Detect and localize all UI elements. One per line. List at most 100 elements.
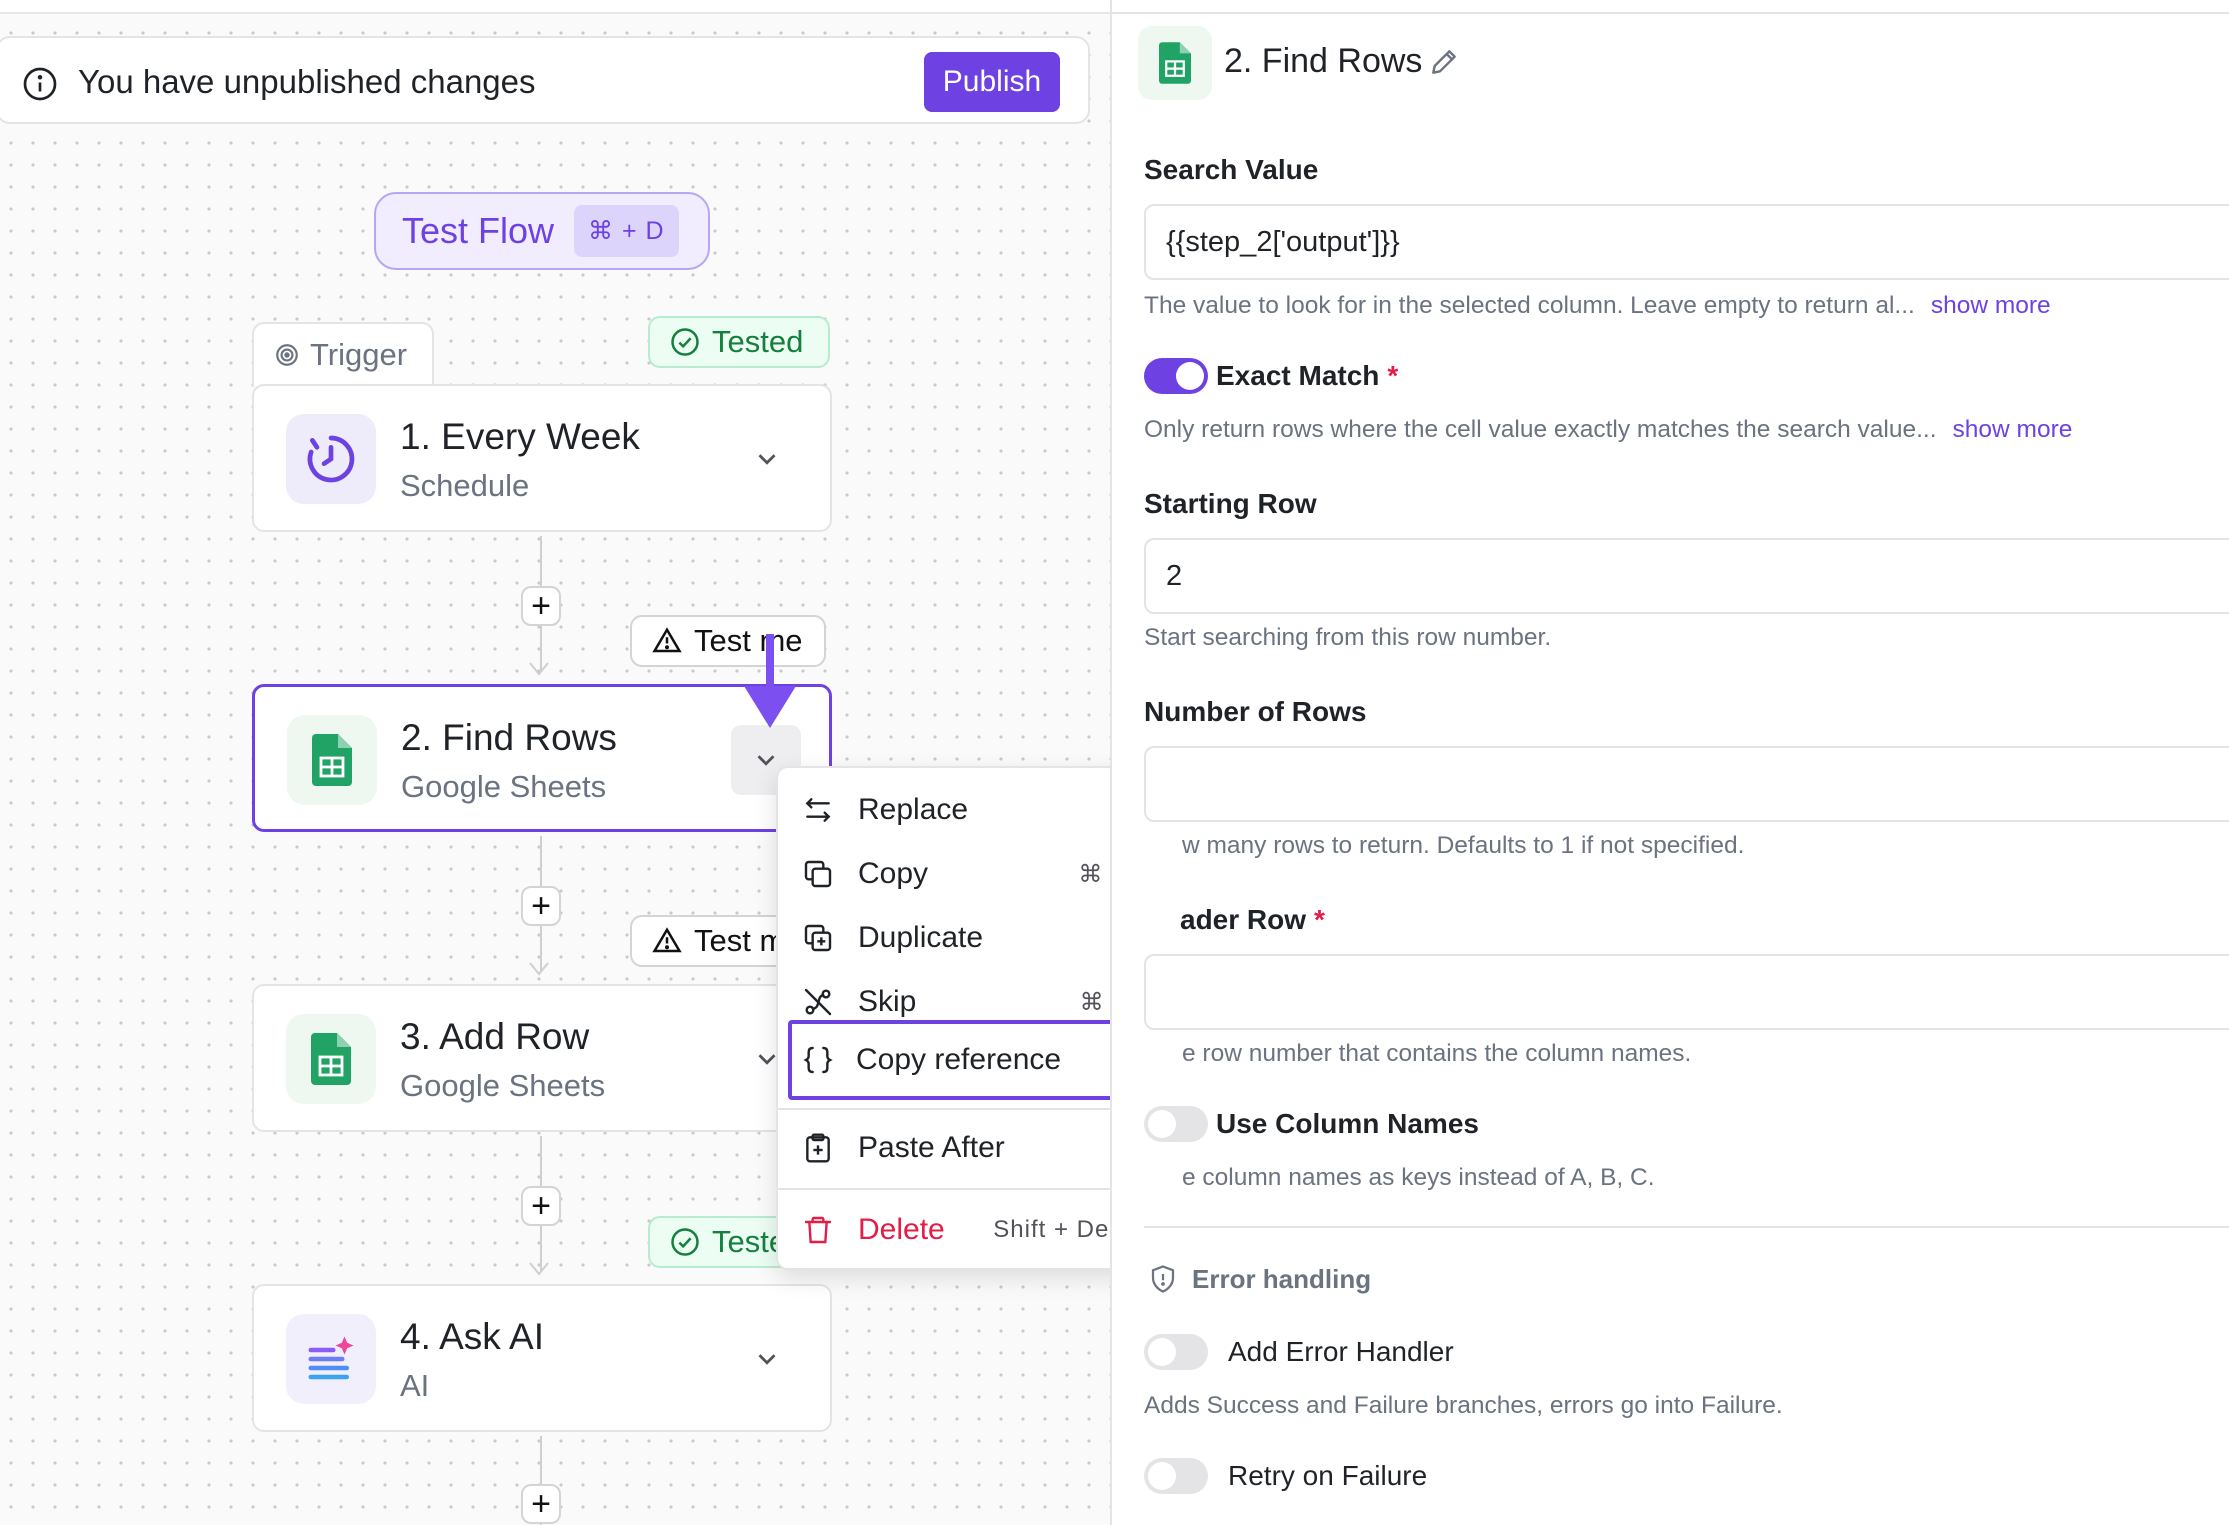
paste-icon bbox=[806, 1133, 830, 1163]
copy-icon bbox=[804, 860, 832, 888]
step-options-button[interactable] bbox=[732, 1324, 802, 1394]
trash-icon bbox=[804, 1216, 832, 1244]
warning-icon bbox=[652, 927, 682, 953]
google-sheets-icon bbox=[287, 715, 377, 805]
menu-item-shortcut: Shift + Delete bbox=[993, 1216, 1110, 1243]
connector-arrow bbox=[529, 662, 549, 676]
required-marker: * bbox=[1387, 360, 1399, 391]
panel-top-edge bbox=[1112, 0, 2229, 14]
publish-button[interactable]: Publish bbox=[924, 52, 1060, 112]
step-title: 4. Ask AI bbox=[400, 1316, 544, 1357]
add-error-handler-label: Add Error Handler bbox=[1228, 1336, 1454, 1367]
test-flow-label: Test Flow bbox=[402, 210, 555, 251]
test-flow-button[interactable]: Test Flow ⌘ + D bbox=[374, 192, 710, 270]
step-subtitle: Google Sheets bbox=[401, 769, 607, 804]
menu-item-label: Paste After bbox=[858, 1131, 1005, 1164]
use-column-names-help: e column names as keys instead of A, B, … bbox=[1182, 1164, 1655, 1191]
warning-icon bbox=[652, 627, 682, 653]
tested-badge-label: Tested bbox=[712, 324, 804, 359]
pencil-icon[interactable] bbox=[1428, 46, 1460, 78]
step-card-ask-ai[interactable]: 4. Ask AI AI bbox=[252, 1284, 832, 1432]
step-title: 3. Add Row bbox=[400, 1016, 590, 1057]
google-sheets-icon bbox=[1138, 26, 1212, 100]
chevron-down-icon bbox=[757, 755, 775, 766]
header-row-input[interactable] bbox=[1144, 954, 2229, 1030]
skip-icon bbox=[804, 988, 832, 1016]
search-value-help: The value to look for in the selected co… bbox=[1144, 292, 2051, 320]
panel-title: 2. Find Rows bbox=[1224, 42, 1423, 80]
starting-row-help: Start searching from this row number. bbox=[1144, 624, 1552, 651]
header-row-label: ader Row * bbox=[1180, 904, 1325, 936]
exact-match-toggle[interactable] bbox=[1144, 358, 1208, 394]
step-card-add-row[interactable]: 3. Add Row Google Sheets bbox=[252, 984, 832, 1132]
chevron-down-icon bbox=[758, 454, 776, 465]
show-more-link[interactable]: show more bbox=[1953, 416, 2073, 443]
starting-row-label: Starting Row bbox=[1144, 488, 1317, 519]
add-error-handler-help: Adds Success and Failure branches, error… bbox=[1144, 1392, 1783, 1419]
check-circle-icon bbox=[671, 328, 699, 356]
step-options-button[interactable] bbox=[732, 424, 802, 494]
shield-icon bbox=[1151, 1265, 1175, 1293]
info-icon bbox=[23, 67, 57, 101]
header-row-label-text: ader Row bbox=[1180, 904, 1307, 935]
exact-match-label-text: Exact Match bbox=[1216, 360, 1380, 391]
exact-match-label: Exact Match * bbox=[1216, 360, 1398, 392]
exact-match-help: Only return rows where the cell value ex… bbox=[1144, 416, 2072, 444]
error-handling-title: Error handling bbox=[1192, 1264, 1372, 1294]
trigger-tab: Trigger bbox=[252, 322, 434, 386]
unpublished-message: You have unpublished changes bbox=[78, 63, 536, 100]
step-subtitle: Google Sheets bbox=[400, 1068, 606, 1103]
menu-separator bbox=[778, 1188, 1110, 1190]
menu-separator bbox=[778, 1108, 1110, 1110]
number-of-rows-help: w many rows to return. Defaults to 1 if … bbox=[1182, 832, 1745, 859]
trigger-label: Trigger bbox=[310, 337, 408, 372]
menu-item-copy[interactable]: Copy ⌘ + C bbox=[792, 844, 1110, 904]
tested-badge[interactable]: Tested bbox=[648, 316, 830, 368]
search-value-input[interactable]: {{step_2['output']}} bbox=[1144, 204, 2229, 280]
test-flow-shortcut: ⌘ + D bbox=[574, 205, 679, 257]
duplicate-icon bbox=[804, 924, 832, 952]
google-sheets-icon bbox=[286, 1014, 376, 1104]
add-step-button[interactable]: + bbox=[521, 586, 561, 626]
ai-icon bbox=[286, 1314, 376, 1404]
add-step-button[interactable]: + bbox=[521, 1186, 561, 1226]
add-error-handler-toggle[interactable] bbox=[1144, 1334, 1208, 1370]
check-circle-icon bbox=[671, 1228, 699, 1256]
annotation-arrow-icon bbox=[744, 634, 796, 728]
step-card-every-week[interactable]: 1. Every Week Schedule bbox=[252, 384, 832, 532]
use-column-names-toggle[interactable] bbox=[1144, 1106, 1208, 1142]
connector-arrow bbox=[529, 962, 549, 976]
add-step-button[interactable]: + bbox=[521, 1484, 561, 1524]
step-subtitle: AI bbox=[400, 1368, 430, 1403]
replace-icon bbox=[805, 798, 831, 822]
menu-item-delete[interactable]: Delete Shift + Delete bbox=[792, 1200, 1110, 1260]
menu-item-duplicate[interactable]: Duplicate bbox=[792, 908, 1110, 968]
step-settings-panel: 2. Find Rows Search Value {{step_2['outp… bbox=[1110, 0, 2229, 1525]
menu-item-label: Replace bbox=[858, 793, 969, 826]
step-context-menu: Replace Copy ⌘ + C Duplicate Skip ⌘ + E … bbox=[776, 766, 1110, 1270]
exact-match-help-text: Only return rows where the cell value ex… bbox=[1144, 416, 1937, 443]
search-value-help-text: The value to look for in the selected co… bbox=[1144, 292, 1915, 319]
unpublished-banner: You have unpublished changes Publish bbox=[0, 36, 1090, 124]
menu-item-label: Skip bbox=[858, 985, 917, 1018]
step-title: 1. Every Week bbox=[400, 416, 640, 457]
braces-icon bbox=[803, 1046, 833, 1074]
trigger-icon bbox=[276, 344, 298, 366]
retry-on-failure-toggle[interactable] bbox=[1144, 1458, 1208, 1494]
number-of-rows-label: Number of Rows bbox=[1144, 696, 1367, 727]
number-of-rows-input[interactable] bbox=[1144, 746, 2229, 822]
flow-canvas[interactable]: You have unpublished changes Publish Tes… bbox=[0, 0, 1110, 1525]
menu-item-copy-reference[interactable]: Copy reference bbox=[788, 1020, 1110, 1100]
menu-item-replace[interactable]: Replace bbox=[792, 780, 1110, 840]
menu-item-shortcut: ⌘ + C bbox=[1078, 860, 1110, 888]
retry-on-failure-label: Retry on Failure bbox=[1228, 1460, 1428, 1491]
menu-item-label: Duplicate bbox=[858, 921, 984, 954]
connector-arrow bbox=[529, 1262, 549, 1276]
show-more-link[interactable]: show more bbox=[1931, 292, 2051, 319]
chevron-down-icon bbox=[758, 1354, 776, 1365]
starting-row-input[interactable]: 2 bbox=[1144, 538, 2229, 614]
menu-item-label: Delete bbox=[858, 1213, 945, 1246]
test-me-badge[interactable]: Test me bbox=[630, 915, 790, 967]
add-step-button[interactable]: + bbox=[521, 886, 561, 926]
menu-item-paste-after[interactable]: Paste After bbox=[792, 1118, 1110, 1178]
